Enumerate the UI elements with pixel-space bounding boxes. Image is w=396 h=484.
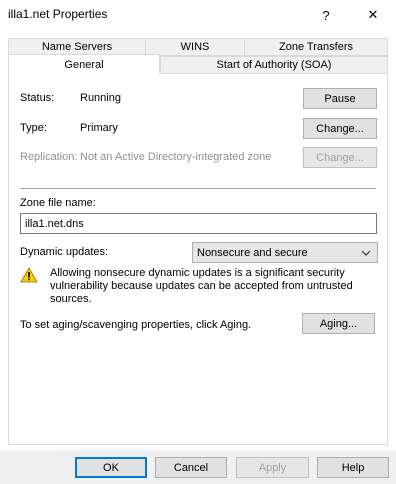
tab-label: General bbox=[64, 58, 104, 71]
tab-wins[interactable]: WINS bbox=[145, 38, 245, 56]
dynamic-updates-select[interactable]: Nonsecure and secure bbox=[192, 242, 378, 263]
help-button[interactable]: Help bbox=[317, 457, 389, 478]
aging-text: To set aging/scavenging properties, clic… bbox=[20, 319, 252, 331]
question-icon: ? bbox=[322, 7, 330, 23]
dynamic-updates-value: Nonsecure and secure bbox=[197, 246, 308, 259]
type-value: Primary bbox=[80, 122, 118, 134]
close-button[interactable]: ✕ bbox=[350, 0, 396, 30]
tab-label: Start of Authority (SOA) bbox=[216, 59, 332, 71]
zone-file-label: Zone file name: bbox=[20, 197, 96, 209]
button-label: OK bbox=[103, 461, 119, 474]
help-title-button[interactable]: ? bbox=[303, 0, 349, 30]
zone-file-value: illa1.net.dns bbox=[25, 217, 84, 230]
tab-label: WINS bbox=[180, 41, 210, 53]
close-icon: ✕ bbox=[367, 7, 379, 22]
button-label: Help bbox=[341, 461, 365, 474]
ok-button[interactable]: OK bbox=[75, 457, 147, 478]
zone-file-input[interactable]: illa1.net.dns bbox=[20, 213, 377, 234]
dynamic-updates-label: Dynamic updates: bbox=[20, 246, 109, 258]
chevron-down-icon bbox=[361, 250, 371, 256]
tab-zone-transfers[interactable]: Zone Transfers bbox=[244, 38, 388, 56]
separator bbox=[20, 188, 376, 189]
window-title: illa1.net Properties bbox=[8, 7, 108, 21]
aging-button[interactable]: Aging... bbox=[302, 313, 375, 334]
tab-start-of-authority[interactable]: Start of Authority (SOA) bbox=[160, 56, 388, 74]
button-label: Change... bbox=[316, 151, 364, 164]
replication-value: Not an Active Directory-integrated zone bbox=[80, 151, 272, 163]
change-type-button[interactable]: Change... bbox=[303, 118, 377, 139]
button-label: Pause bbox=[324, 92, 356, 105]
tab-label: Zone Transfers bbox=[279, 41, 353, 53]
button-label: Change... bbox=[316, 122, 364, 135]
button-label: Cancel bbox=[173, 461, 209, 474]
tab-label: Name Servers bbox=[41, 41, 113, 53]
tab-general[interactable]: General bbox=[8, 54, 160, 74]
change-replication-button: Change... bbox=[303, 147, 377, 168]
warning-text: Allowing nonsecure dynamic updates is a … bbox=[50, 267, 353, 305]
apply-button: Apply bbox=[236, 457, 309, 478]
cancel-button[interactable]: Cancel bbox=[155, 457, 227, 478]
pause-button[interactable]: Pause bbox=[303, 88, 377, 109]
button-label: Apply bbox=[258, 461, 287, 474]
type-label: Type: bbox=[20, 122, 47, 134]
status-label: Status: bbox=[20, 92, 55, 104]
warning-icon bbox=[20, 267, 38, 283]
button-label: Aging... bbox=[319, 317, 358, 330]
title-bar: illa1.net Properties ? ✕ bbox=[0, 0, 396, 30]
status-value: Running bbox=[80, 92, 121, 104]
replication-label: Replication: bbox=[20, 151, 78, 163]
